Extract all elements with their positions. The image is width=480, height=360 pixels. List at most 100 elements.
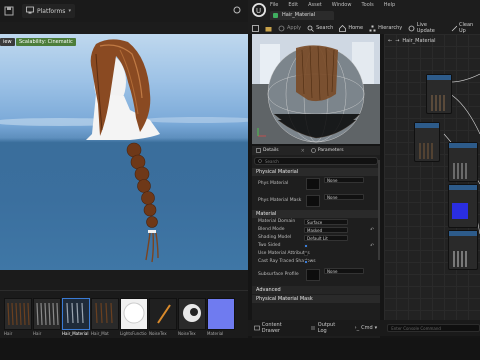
save-button[interactable] — [252, 24, 259, 32]
material-preview-viewport[interactable] — [252, 34, 380, 144]
use-material-attributes-checkbox[interactable] — [304, 252, 308, 256]
search-button[interactable]: Search — [307, 25, 333, 32]
menu-help[interactable]: Help — [384, 2, 395, 8]
prop-shading-model: Shading Model Default Lit — [252, 234, 380, 242]
asset-label: Hair — [4, 331, 13, 336]
tab-details[interactable]: Details — [256, 148, 279, 153]
node-title-bar — [415, 123, 439, 128]
content-browser-divider — [0, 290, 248, 294]
graph-breadcrumb: ← → Hair_Material — [388, 38, 436, 44]
subsurface-profile-dropdown[interactable]: None — [324, 268, 364, 274]
home-icon — [339, 24, 347, 32]
asset-thumbnail-selected[interactable] — [62, 298, 90, 330]
scalability-tag[interactable]: Scalability: Cinematic — [16, 38, 76, 46]
shading-model-dropdown[interactable]: Default Lit — [304, 235, 348, 241]
menu-tools[interactable]: Tools — [361, 2, 373, 8]
viewport-toolbar — [0, 22, 248, 34]
prop-cast-ray-traced-shadows: Cast Ray Traced Shadows — [258, 259, 316, 264]
platforms-button[interactable]: Platforms ▾ — [22, 4, 75, 18]
section-physical-material-mask[interactable]: Physical Material Mask — [252, 295, 380, 303]
menu-asset[interactable]: Asset — [308, 2, 322, 8]
prop-phys-material-mask: Phys Material Mask None — [252, 192, 380, 210]
live-update-button[interactable]: Live Update — [408, 22, 444, 34]
node-title-bar — [449, 231, 477, 236]
material-toolbar: Apply Search Home Hierarchy Live Update … — [252, 22, 480, 34]
material-graph[interactable]: ← → Hair_Material — [384, 34, 480, 320]
cast-ray-traced-shadows-checkbox[interactable] — [304, 260, 308, 264]
section-physical-material[interactable]: Physical Material — [252, 168, 380, 176]
folder-icon — [265, 26, 272, 31]
bottom-bar: Content Drawer Output Log ›_ Cmd ▾ Enter… — [248, 320, 480, 336]
back-arrow-icon[interactable]: ← — [388, 38, 392, 44]
save-icon[interactable] — [4, 6, 14, 16]
menu-window[interactable]: Window — [332, 2, 352, 8]
prop-blend-mode: Blend Mode Masked ↶ — [258, 226, 375, 234]
blend-mode-dropdown[interactable]: Masked — [304, 227, 348, 233]
section-material[interactable]: Material — [252, 210, 380, 218]
forward-arrow-icon[interactable]: → — [395, 38, 399, 44]
phys-material-dropdown[interactable]: None — [324, 177, 364, 183]
reset-icon[interactable]: ↶ — [370, 226, 374, 234]
node-title-bar — [427, 75, 451, 80]
settings-icon[interactable] — [232, 4, 242, 16]
menu-file[interactable]: File — [270, 2, 278, 8]
reset-icon[interactable]: ↶ — [370, 242, 374, 250]
material-icon — [273, 13, 278, 18]
normal-texture-preview — [452, 203, 468, 219]
node-title-bar — [449, 185, 477, 190]
subsurface-profile-thumbnail[interactable] — [306, 269, 320, 281]
svg-text:U: U — [256, 7, 261, 15]
home-button[interactable]: Home — [339, 24, 363, 32]
asset-thumbnail[interactable] — [4, 298, 32, 330]
tab-label: Hair_Material — [282, 12, 316, 18]
asset-thumbnail[interactable] — [207, 298, 235, 330]
apply-icon — [278, 25, 285, 31]
asset-label: NoiseTex — [149, 331, 167, 336]
node-title-bar — [449, 143, 477, 148]
asset-thumbnail[interactable] — [120, 298, 148, 330]
texture-sample-node[interactable] — [426, 74, 452, 114]
texture-sample-node[interactable] — [414, 122, 440, 162]
clean-up-button[interactable]: Clean Up — [451, 22, 480, 34]
texture-sample-node[interactable] — [448, 184, 478, 228]
details-search-box[interactable]: Search — [254, 157, 378, 165]
details-scrollbar[interactable] — [378, 160, 380, 260]
hair-texture-preview — [431, 95, 445, 111]
phys-material-thumbnail[interactable] — [306, 178, 320, 190]
tab-hair-material[interactable]: Hair_Material — [270, 11, 334, 20]
phys-material-mask-thumbnail[interactable] — [306, 195, 320, 207]
material-domain-dropdown[interactable]: Surface — [304, 219, 348, 225]
prop-subsurface-profile: Subsurface Profile None — [252, 266, 380, 284]
live-update-icon — [408, 25, 415, 31]
two-sided-checkbox[interactable] — [304, 244, 308, 248]
output-log-button[interactable]: Output Log — [310, 322, 345, 334]
cmd-dropdown[interactable]: ›_ Cmd ▾ — [355, 325, 378, 331]
browse-button[interactable] — [265, 25, 272, 32]
console-command-input[interactable]: Enter Console Command — [387, 324, 480, 332]
level-viewport[interactable] — [0, 34, 248, 270]
asset-thumbnail[interactable] — [149, 298, 177, 330]
search-placeholder: Search — [265, 158, 279, 164]
menu-bar: File Edit Asset Window Tools Help — [270, 2, 395, 8]
menu-edit[interactable]: Edit — [288, 2, 298, 8]
phys-material-mask-dropdown[interactable]: None — [324, 194, 364, 200]
asset-thumbnail[interactable] — [91, 298, 119, 330]
asset-thumbnail[interactable] — [33, 298, 61, 330]
hair-mannequin-render — [0, 39, 248, 263]
details-tabs: Details × Parameters — [252, 146, 380, 155]
view-mode-tag[interactable]: iew — [0, 38, 15, 46]
close-icon[interactable]: × — [301, 148, 305, 154]
save-icon — [252, 24, 259, 32]
content-drawer-button[interactable]: Content Drawer — [254, 322, 300, 334]
texture-sample-node[interactable] — [448, 230, 478, 270]
unreal-logo-icon: U — [251, 2, 267, 20]
hierarchy-button[interactable]: Hierarchy — [369, 25, 402, 32]
texture-sample-node[interactable] — [448, 142, 478, 182]
apply-button[interactable]: Apply — [278, 25, 301, 32]
prop-material-domain: Material Domain Surface — [252, 218, 380, 226]
tab-parameters[interactable]: Parameters — [311, 148, 344, 153]
terminal-icon: ›_ — [354, 325, 360, 331]
asset-thumbnail[interactable] — [178, 298, 206, 330]
section-advanced[interactable]: Advanced — [252, 286, 380, 294]
search-icon — [307, 25, 314, 32]
